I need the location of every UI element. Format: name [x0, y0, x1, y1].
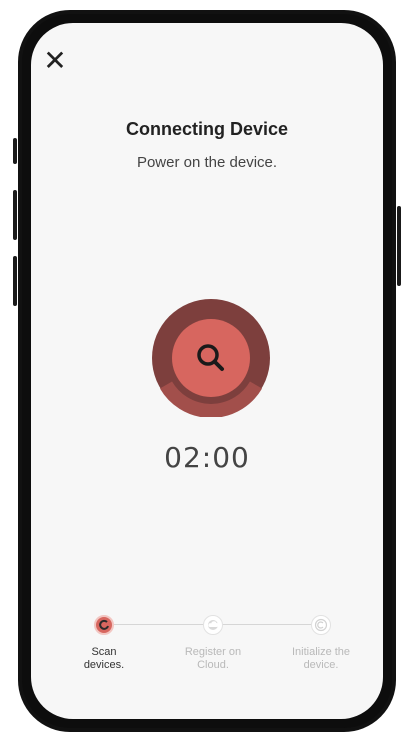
search-icon — [197, 344, 224, 371]
step-scan-label-line1: Scan — [91, 646, 117, 658]
close-icon[interactable]: ✕ — [41, 47, 69, 75]
step-scan-label-line2: devices. — [83, 659, 125, 671]
spinner-icon — [99, 619, 109, 630]
mute-switch — [13, 138, 17, 164]
step-scan-indicator — [94, 615, 114, 635]
power-icon — [314, 618, 328, 632]
app-screen: ✕ Connecting Device Power on the device.… — [31, 23, 383, 719]
page-title: Connecting Device — [125, 119, 289, 139]
volume-up-button — [13, 190, 17, 240]
step-initialize-indicator — [311, 615, 331, 635]
step-register-label-line1: Register on — [184, 646, 242, 658]
scan-button — [172, 319, 250, 397]
power-button — [397, 206, 401, 286]
progress-steps: Scan devices. Register on Cloud. Initial… — [31, 615, 383, 695]
step-initialize-label-line2: device. — [303, 659, 339, 671]
step-initialize-label: Initialize the device. — [276, 646, 366, 672]
step-initialize-label-line1: Initialize the — [291, 646, 351, 658]
step-scan-label: Scan devices. — [59, 646, 149, 672]
step-register-indicator — [203, 615, 223, 635]
volume-down-button — [13, 256, 17, 306]
scan-indicator — [152, 299, 270, 417]
step-connector — [222, 624, 320, 625]
cloud-icon — [208, 620, 219, 630]
step-register-label-line2: Cloud. — [197, 659, 229, 671]
page-subtitle: Power on the device. — [136, 154, 278, 171]
phone-frame: ✕ Connecting Device Power on the device.… — [18, 10, 396, 732]
step-connector — [114, 624, 205, 625]
step-register-label: Register on Cloud. — [168, 646, 258, 672]
countdown-timer: 02:00 — [164, 441, 250, 474]
